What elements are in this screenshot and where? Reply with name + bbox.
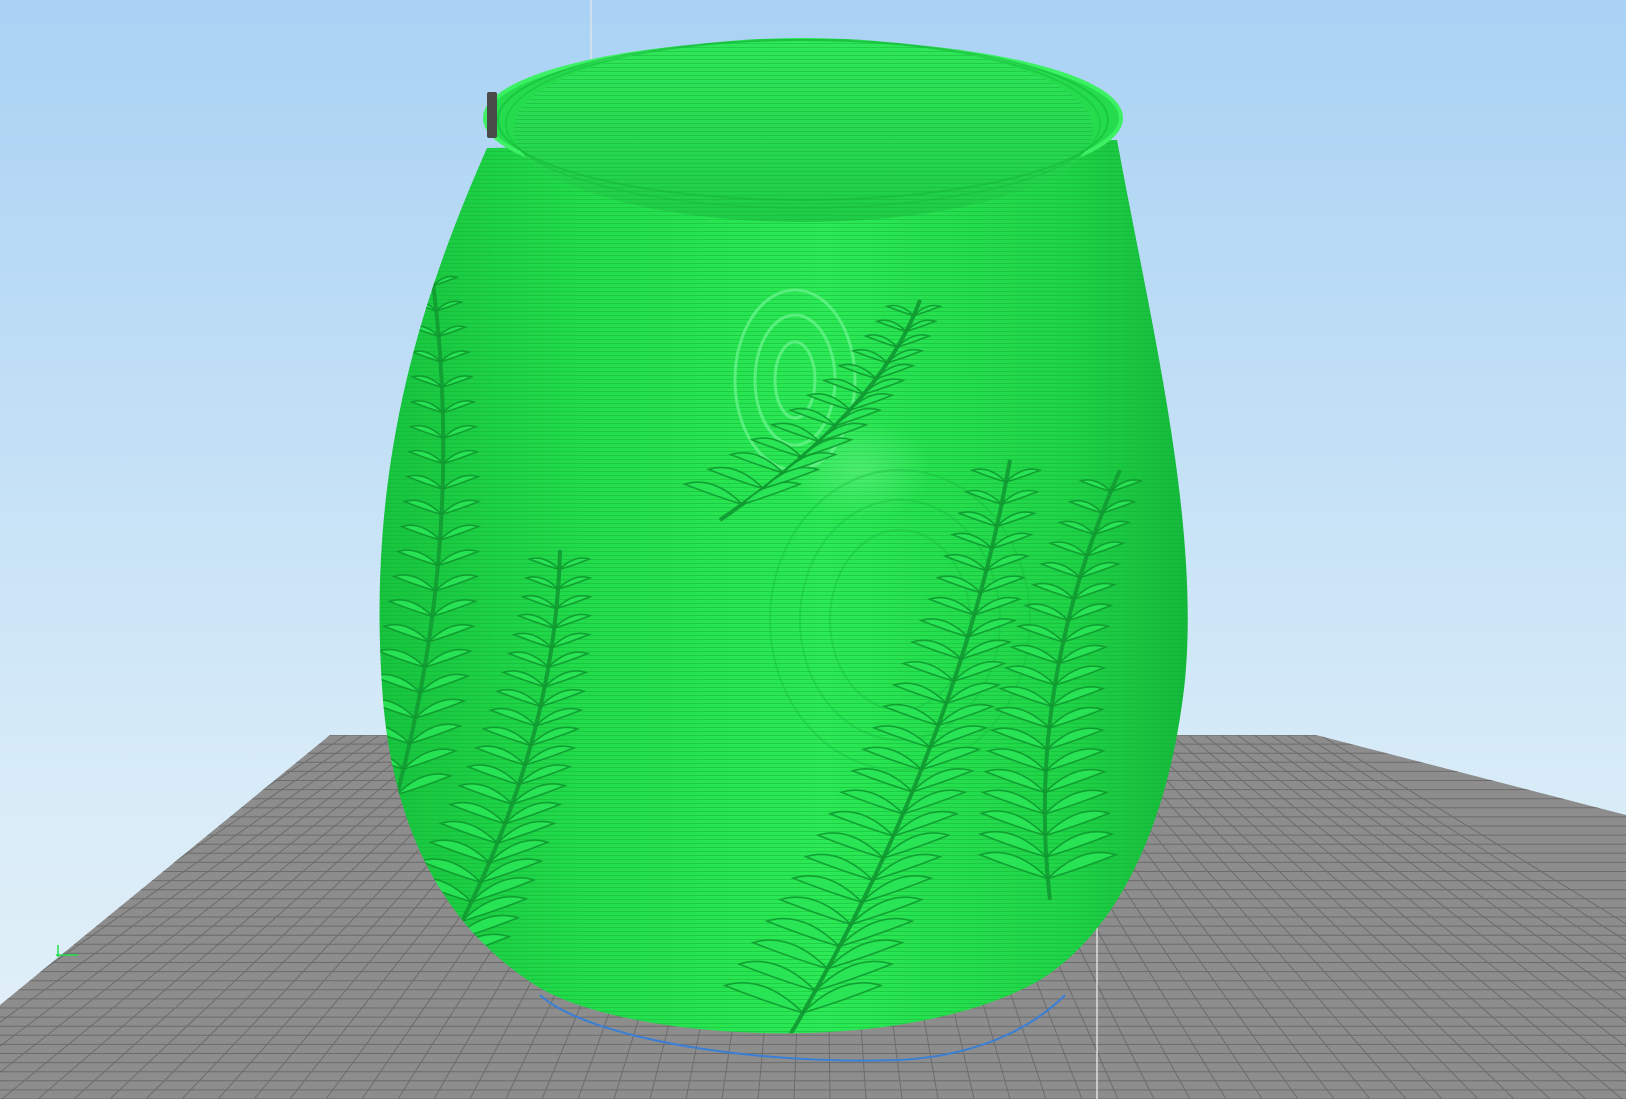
vase-toolpath[interactable] <box>344 38 1188 1035</box>
fern-leaflet <box>407 275 434 287</box>
nozzle-marker <box>487 92 497 138</box>
3d-viewport[interactable] <box>0 0 1626 1099</box>
scene-canvas[interactable] <box>0 0 1626 1099</box>
